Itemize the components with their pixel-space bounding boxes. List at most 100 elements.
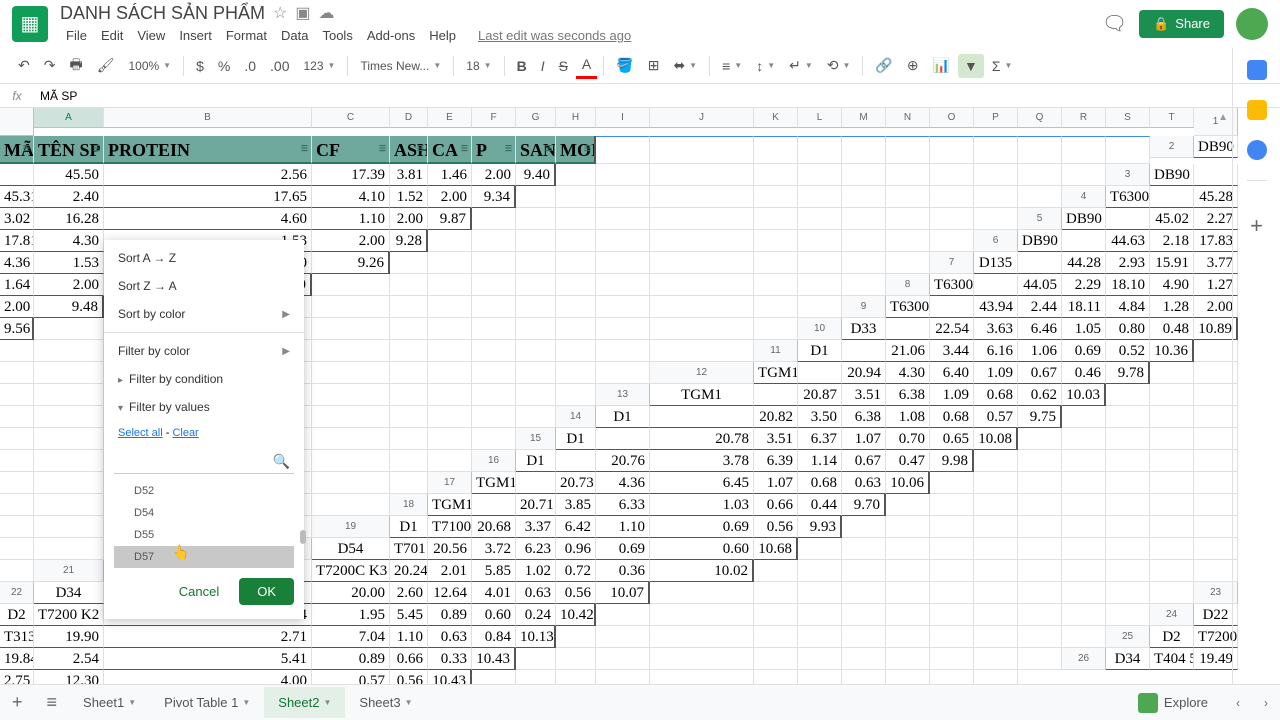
cell[interactable] bbox=[428, 450, 472, 472]
cell[interactable] bbox=[596, 362, 650, 384]
cell[interactable]: 4.60 bbox=[104, 208, 312, 230]
cell[interactable] bbox=[930, 582, 974, 604]
cell[interactable] bbox=[516, 208, 556, 230]
cell[interactable] bbox=[842, 538, 886, 560]
cell[interactable]: 5.85 bbox=[472, 560, 516, 582]
paint-format-button[interactable]: 🖌 bbox=[91, 53, 121, 78]
cell[interactable] bbox=[1018, 560, 1062, 582]
increase-decimal[interactable]: .00 bbox=[264, 54, 295, 78]
cell[interactable]: 20.56 bbox=[428, 538, 472, 560]
cell[interactable] bbox=[930, 136, 974, 164]
functions-button[interactable]: Σ▼ bbox=[986, 54, 1019, 78]
cell[interactable]: 2.00 bbox=[34, 274, 104, 296]
cell[interactable] bbox=[596, 648, 650, 670]
cell[interactable]: 2.29 bbox=[1062, 274, 1106, 296]
cell[interactable] bbox=[842, 186, 886, 208]
cell[interactable] bbox=[312, 406, 390, 428]
ok-button[interactable]: OK bbox=[239, 578, 294, 605]
cell[interactable] bbox=[930, 604, 974, 626]
chart-button[interactable]: 📊 bbox=[927, 53, 956, 78]
cell[interactable] bbox=[596, 318, 650, 340]
cell[interactable] bbox=[0, 450, 34, 472]
cell[interactable] bbox=[0, 362, 34, 384]
cell[interactable]: D54 bbox=[312, 538, 390, 560]
cell[interactable] bbox=[842, 648, 886, 670]
cell[interactable] bbox=[798, 230, 842, 252]
cell[interactable] bbox=[842, 582, 886, 604]
cell[interactable]: 4.36 bbox=[0, 252, 34, 274]
cell[interactable] bbox=[0, 428, 34, 450]
row-header[interactable]: 21 bbox=[34, 560, 104, 582]
row-header[interactable]: 14 bbox=[556, 406, 596, 428]
cell[interactable] bbox=[1062, 516, 1106, 538]
cell[interactable] bbox=[1150, 428, 1194, 450]
cell[interactable] bbox=[650, 604, 754, 626]
cell[interactable] bbox=[1106, 406, 1150, 428]
cell[interactable]: 10.42 bbox=[556, 604, 596, 626]
column-header[interactable]: F bbox=[472, 108, 516, 128]
cell[interactable] bbox=[516, 472, 556, 494]
cell[interactable]: 0.62 bbox=[1018, 384, 1062, 406]
column-header[interactable]: O bbox=[930, 108, 974, 128]
cell[interactable] bbox=[754, 626, 798, 648]
cell[interactable]: 2.56 bbox=[104, 164, 312, 186]
cell[interactable]: 4.30 bbox=[886, 362, 930, 384]
cell[interactable]: 0.89 bbox=[312, 648, 390, 670]
cell[interactable]: 0.57 bbox=[974, 406, 1018, 428]
cell[interactable] bbox=[34, 428, 104, 450]
menu-edit[interactable]: Edit bbox=[95, 26, 129, 45]
cell[interactable] bbox=[1106, 516, 1150, 538]
cell[interactable] bbox=[1018, 428, 1062, 450]
cell[interactable] bbox=[1106, 582, 1150, 604]
cell[interactable] bbox=[798, 208, 842, 230]
cell[interactable]: 18.11 bbox=[1062, 296, 1106, 318]
move-icon[interactable]: ▣ bbox=[295, 3, 310, 23]
cell[interactable] bbox=[312, 362, 390, 384]
cell[interactable] bbox=[974, 136, 1018, 164]
cell[interactable] bbox=[930, 626, 974, 648]
cell[interactable] bbox=[798, 604, 842, 626]
cancel-button[interactable]: Cancel bbox=[167, 578, 231, 605]
cell[interactable] bbox=[798, 626, 842, 648]
cell[interactable]: D1 bbox=[798, 340, 842, 362]
sheet-tab[interactable]: Sheet3 ▼ bbox=[345, 687, 426, 718]
cell[interactable] bbox=[798, 164, 842, 186]
cell[interactable]: 9.26 bbox=[312, 252, 390, 274]
cell[interactable] bbox=[556, 230, 596, 252]
cell[interactable]: 6.40 bbox=[930, 362, 974, 384]
cell[interactable] bbox=[842, 516, 886, 538]
column-header[interactable]: E bbox=[428, 108, 472, 128]
cell[interactable]: 2.93 bbox=[1106, 252, 1150, 274]
tasks-icon[interactable] bbox=[1247, 140, 1267, 160]
cell[interactable] bbox=[312, 450, 390, 472]
cell[interactable] bbox=[516, 186, 556, 208]
filter-by-color[interactable]: Filter by color▶ bbox=[104, 337, 304, 365]
cell[interactable]: 4.36 bbox=[596, 472, 650, 494]
search-icon[interactable]: 🔍 bbox=[273, 453, 290, 470]
cell[interactable] bbox=[428, 362, 472, 384]
cell[interactable] bbox=[1106, 560, 1150, 582]
cell[interactable]: 0.63 bbox=[516, 582, 556, 604]
cell[interactable] bbox=[1150, 186, 1194, 208]
table-header[interactable]: TÊN SP☰ bbox=[34, 136, 104, 164]
cell[interactable] bbox=[390, 450, 428, 472]
cell[interactable]: 2.40 bbox=[34, 186, 104, 208]
column-header[interactable]: H bbox=[556, 108, 596, 128]
cell[interactable]: 0.63 bbox=[428, 626, 472, 648]
column-header[interactable]: J bbox=[650, 108, 754, 128]
cell[interactable] bbox=[650, 208, 754, 230]
cell[interactable]: 1.10 bbox=[596, 516, 650, 538]
menu-add-ons[interactable]: Add-ons bbox=[361, 26, 421, 45]
column-header[interactable]: L bbox=[798, 108, 842, 128]
format-currency[interactable]: $ bbox=[190, 54, 210, 78]
cell[interactable]: 45.50 bbox=[34, 164, 104, 186]
cell[interactable] bbox=[974, 604, 1018, 626]
cell[interactable]: 0.67 bbox=[842, 450, 886, 472]
cell[interactable] bbox=[1106, 450, 1150, 472]
cell[interactable] bbox=[1106, 494, 1150, 516]
cell[interactable] bbox=[930, 538, 974, 560]
cell[interactable]: D33 bbox=[842, 318, 886, 340]
cell[interactable]: D1 bbox=[596, 406, 650, 428]
cell[interactable]: 10.03 bbox=[1062, 384, 1106, 406]
cell[interactable] bbox=[596, 604, 650, 626]
